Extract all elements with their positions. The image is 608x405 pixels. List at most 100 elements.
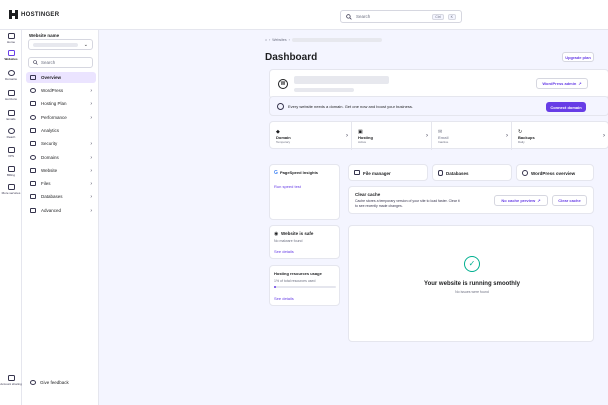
databases-tile[interactable]: Databases [432,164,512,181]
domain-icon [277,103,284,110]
website-name-redacted [33,42,78,47]
breadcrumb-websites[interactable]: Websites [272,38,286,42]
rail-label: Reach [6,135,16,139]
sidebar-item-overview[interactable]: Overview [26,72,96,83]
quick-backups[interactable]: ↻ Backups Daily › [512,122,608,150]
brand-name: HOSTINGER [21,11,60,18]
pagespeed-card: G PageSpeed Insights Run speed test [269,164,340,220]
upgrade-plan-button[interactable]: Upgrade plan [562,52,594,62]
quick-sub: Active [358,139,367,144]
quick-email[interactable]: ✉ Email Inactive › [432,122,512,150]
wordpress-logo-icon: W [278,79,288,89]
rail-label: Emails [6,117,16,121]
connect-domain-button[interactable]: Connect domain [546,102,586,112]
run-speed-test-link[interactable]: Run speed test [274,184,301,189]
databases-label: Databases [446,171,469,176]
rail-label: Domains [5,77,17,81]
folder-icon [354,170,360,175]
security-details-link[interactable]: See details [274,249,294,254]
chevron-right-icon: › [90,193,92,200]
chevron-right-icon: › [90,154,92,161]
wordpress-admin-label: WordPress admin [542,81,577,86]
sidebar-item-website[interactable]: Website › [26,165,96,176]
security-sub: No malware found [274,239,303,243]
reach-icon [7,128,15,134]
chart-icon [30,128,36,133]
wordpress-overview-label: WordPress overview [531,171,576,176]
rail-item-horizons[interactable]: Horizons [0,90,22,101]
rail-item-more-services[interactable]: More services [0,184,22,195]
rail-item-reach[interactable]: Reach [0,128,22,139]
quick-hosting[interactable]: ▣ Hosting Active › [352,122,432,150]
sidebar-item-advanced[interactable]: Advanced › [26,205,96,216]
chevron-right-icon: › [90,207,92,214]
google-icon: G [274,170,278,176]
sidebar-search-input[interactable]: Search [28,57,93,68]
rail-item-billing[interactable]: Billing [0,166,22,177]
connect-domain-label: Connect domain [550,104,582,110]
home-icon[interactable]: ⌂ [265,38,267,42]
sidebar-item-label: Databases [41,194,63,199]
main-nav-rail: Home Websites Domains Horizons Emails Re… [0,30,22,405]
wordpress-overview-tile[interactable]: WordPress overview [516,164,594,181]
chevron-right-icon: › [90,180,92,187]
give-feedback-button[interactable]: Give feedback [30,380,69,385]
upgrade-label: Upgrade plan [565,54,591,60]
global-search-input[interactable]: Search Ctrl K [340,10,462,23]
sidebar-item-domains[interactable]: Domains › [26,152,96,163]
file-manager-tile[interactable]: File manager [348,164,428,181]
rail-item-home[interactable]: Home [0,33,22,44]
resources-details-link[interactable]: See details [274,296,294,301]
external-link-icon: ↗ [578,81,582,86]
chevron-right-icon: › [90,140,92,147]
quick-access-row: ◆ Domain Temporary › ▣ Hosting Active › … [269,121,608,150]
quick-domain[interactable]: ◆ Domain Temporary › [270,122,352,150]
rail-item-domains[interactable]: Domains [0,70,22,81]
sidebar-item-security[interactable]: Security › [26,138,96,149]
shield-icon [30,141,36,146]
sidebar-item-files[interactable]: Files › [26,178,96,189]
sidebar-item-label: Hosting Plan [41,101,67,106]
wordpress-admin-button[interactable]: WordPress admin ↗ [536,78,588,89]
shortcut-key: K [447,13,456,20]
chevron-down-icon: ⌄ [83,41,88,48]
sidebar-item-label: Security [41,141,58,146]
sidebar-item-analytics[interactable]: Analytics [26,125,96,136]
sidebar-item-databases[interactable]: Databases › [26,191,96,202]
rail-label: Horizons [5,97,17,101]
chevron-right-icon: › [603,133,605,139]
status-sub: No issues were found [455,290,489,294]
sidebar-item-wordpress[interactable]: WordPress › [26,85,96,96]
chevron-right-icon: › [506,133,508,139]
rail-item-account-sharing[interactable]: Account sharing [0,375,22,386]
hosting-icon [30,101,36,106]
website-sidebar: Website name ⌄ Search Overview WordPress… [22,30,99,405]
websites-icon [7,50,15,56]
sidebar-item-label: Advanced [41,208,62,213]
sidebar-item-label: Performance [41,115,67,120]
rail-item-vps[interactable]: VPS [0,147,22,158]
resources-progress-fill [274,286,276,288]
rail-item-emails[interactable]: Emails [0,110,22,121]
users-icon [7,375,15,381]
sidebar-item-performance[interactable]: Performance › [26,112,96,123]
billing-icon [7,166,15,172]
rail-item-websites[interactable]: Websites [0,50,22,61]
search-icon [33,60,38,65]
website-select[interactable]: ⌄ [28,39,93,50]
sidebar-item-hosting-plan[interactable]: Hosting Plan › [26,98,96,109]
top-bar: HOSTINGER Search Ctrl K [0,0,608,30]
website-card: W WordPress admin ↗ [269,69,608,99]
shortcut-ctrl: Ctrl [432,13,444,20]
page-title: Dashboard [265,52,318,63]
no-cache-preview-button[interactable]: No cache preview ↗ [494,195,548,206]
hostinger-logo[interactable]: HOSTINGER [9,10,59,19]
chevron-right-icon: › [90,114,92,121]
grid-icon [7,184,15,190]
website-url-redacted [294,76,389,84]
rail-label: Account sharing [0,382,22,386]
clear-cache-label: Clear cache [558,198,581,203]
sidebar-title: Website name [29,33,60,38]
sidebar-search-placeholder: Search [41,60,56,65]
clear-cache-button[interactable]: Clear cache [552,195,587,206]
